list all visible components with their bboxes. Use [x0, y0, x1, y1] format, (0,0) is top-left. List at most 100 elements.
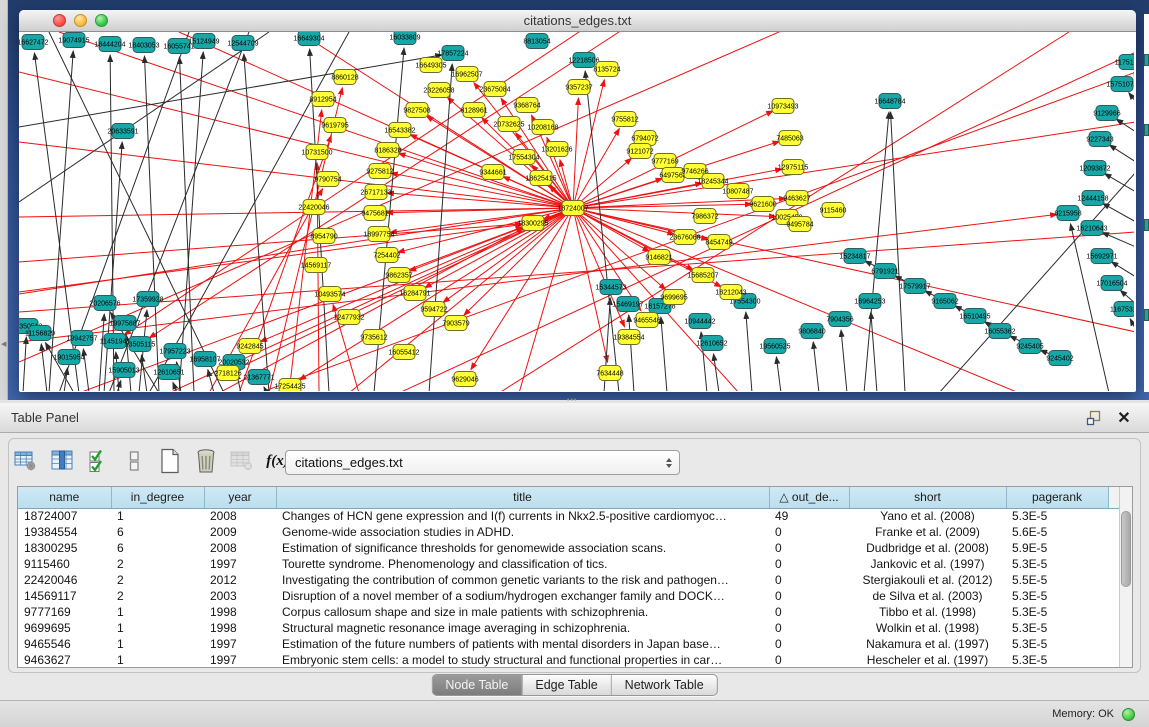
network-node[interactable]: 17254425 [274, 379, 305, 392]
column-visibility-icon[interactable] [48, 447, 75, 475]
delete-table-icon[interactable] [228, 447, 255, 475]
network-node[interactable]: 16284791 [399, 286, 430, 301]
network-node[interactable]: 9619795 [321, 118, 348, 133]
network-node[interactable]: 7634448 [596, 366, 623, 381]
network-node[interactable]: 16510495 [959, 309, 990, 324]
network-node[interactable]: 12093872 [1079, 161, 1110, 176]
network-node[interactable]: 19074915 [58, 33, 89, 48]
network-node[interactable]: 23676068 [669, 230, 700, 245]
stacked-squares-icon[interactable] [120, 447, 147, 475]
network-node[interactable]: 16964253 [854, 294, 885, 309]
network-node[interactable]: 20732625 [493, 117, 524, 132]
close-panel-icon[interactable]: ✕ [1113, 408, 1135, 428]
network-node[interactable]: 19015954 [53, 350, 84, 365]
network-node[interactable]: 19384554 [613, 330, 644, 345]
network-node[interactable]: 2718126 [214, 366, 241, 381]
column-header-out_degree[interactable]: △ out_de... [769, 487, 849, 508]
table-settings-icon[interactable] [12, 447, 39, 475]
table-row[interactable]: 1872400712008Changes of HCN gene express… [18, 508, 1119, 524]
network-node[interactable]: 9275812 [366, 164, 393, 179]
select-columns-icon[interactable] [84, 447, 111, 475]
table-scrollbar-thumb[interactable] [1121, 511, 1131, 587]
delete-column-icon[interactable] [192, 447, 219, 475]
network-node[interactable]: 18300295 [517, 216, 548, 231]
network-node[interactable]: 18724007 [557, 201, 588, 216]
network-node[interactable]: 9129966 [1093, 106, 1120, 121]
network-node[interactable]: 9777169 [651, 154, 678, 169]
column-header-name[interactable]: name [18, 487, 111, 508]
table-row[interactable]: 1938455462009Genome-wide association stu… [18, 524, 1119, 540]
network-node[interactable]: 10493574 [314, 287, 345, 302]
network-node[interactable]: 21367771 [243, 370, 274, 385]
network-node[interactable]: 17579917 [899, 279, 930, 294]
network-node[interactable]: 8954790 [310, 229, 337, 244]
network-node[interactable]: 15469197 [612, 297, 643, 312]
column-header-pagerank[interactable]: pagerank [1006, 487, 1108, 508]
network-node[interactable]: 15124949 [188, 34, 219, 49]
minimize-button[interactable] [74, 14, 87, 27]
network-node[interactable]: 9594722 [420, 302, 447, 317]
network-node[interactable]: 15685207 [687, 268, 718, 283]
new-column-icon[interactable] [156, 447, 183, 475]
network-view-window[interactable]: citations_edges.txt 16627472190749151844… [19, 10, 1136, 392]
network-node[interactable]: 9755812 [611, 112, 638, 127]
network-node[interactable]: 17957223 [159, 344, 190, 359]
network-node[interactable]: 9735612 [360, 330, 387, 345]
network-node[interactable]: 17016504 [1096, 276, 1127, 291]
network-node[interactable]: 15692971 [1086, 249, 1117, 264]
network-node[interactable]: 9242845 [236, 339, 263, 354]
network-node[interactable]: 12218506 [568, 53, 599, 68]
network-node[interactable]: 8813054 [523, 34, 550, 49]
network-node[interactable]: 10973493 [767, 99, 798, 114]
tab-node-table[interactable]: Node Table [432, 675, 522, 695]
network-node[interactable]: 14569117 [301, 258, 332, 273]
network-node[interactable]: 7485063 [776, 131, 803, 146]
column-header-year[interactable]: year [204, 487, 276, 508]
network-node[interactable]: 12610652 [696, 336, 727, 351]
tab-network-table[interactable]: Network Table [612, 675, 717, 695]
network-node[interactable]: 15905013 [108, 363, 139, 378]
table-row[interactable]: 1456911722003Disruption of a novel membe… [18, 588, 1119, 604]
network-node[interactable]: 9629046 [451, 372, 478, 387]
network-node[interactable]: 9621600 [749, 197, 776, 212]
network-node[interactable]: 17359928 [132, 292, 163, 307]
network-node[interactable]: 7254402 [373, 248, 400, 263]
network-node[interactable]: 9806840 [798, 324, 825, 339]
network-node[interactable]: 15234817 [839, 249, 870, 264]
network-node[interactable]: 9344661 [479, 165, 506, 180]
table-row[interactable]: 977716911998Corpus callosum shape and si… [18, 604, 1119, 620]
network-node[interactable]: 9245405 [1016, 339, 1043, 354]
network-node[interactable]: 20633591 [107, 124, 138, 139]
network-node[interactable]: 8912954 [309, 92, 336, 107]
network-node[interactable]: 6791921 [871, 264, 898, 279]
network-node[interactable]: 16649304 [293, 32, 324, 46]
network-node[interactable]: 18403053 [128, 38, 159, 53]
network-node[interactable]: 15344573 [595, 280, 626, 295]
float-panel-icon[interactable] [1083, 408, 1105, 428]
network-node[interactable]: 23226058 [423, 83, 454, 98]
network-node[interactable]: 16627472 [19, 35, 49, 50]
network-node[interactable]: 18444204 [94, 37, 125, 52]
network-node[interactable]: 7904356 [826, 312, 853, 327]
network-node[interactable]: 13505115 [125, 337, 156, 352]
column-header-in_degree[interactable]: in_degree [111, 487, 204, 508]
network-node[interactable]: 10944442 [684, 314, 715, 329]
network-node[interactable]: 9790754 [314, 172, 341, 187]
table-row[interactable]: 969969511998Structural magnetic resonanc… [18, 620, 1119, 636]
network-node[interactable]: 9699695 [660, 290, 687, 305]
network-node[interactable]: 16962507 [451, 67, 482, 82]
network-node[interactable]: 16649305 [415, 58, 446, 73]
network-node[interactable]: 9121072 [626, 144, 653, 159]
table-row[interactable]: 946362711997Embryonic stem cells: a mode… [18, 652, 1119, 668]
network-node[interactable]: 7986372 [691, 209, 718, 224]
network-node[interactable]: 18997754 [363, 227, 394, 242]
network-node[interactable]: 18245344 [697, 174, 728, 189]
network-node[interactable]: 19975887 [109, 316, 140, 331]
network-node[interactable]: 8186328 [374, 143, 401, 158]
network-node[interactable]: 22420046 [298, 200, 329, 215]
splitter-collapse-icon[interactable]: ◀ [1, 340, 6, 348]
network-node[interactable]: 8215958 [1054, 206, 1081, 221]
close-button[interactable] [53, 14, 66, 27]
network-node[interactable]: 12444158 [1077, 191, 1108, 206]
network-node[interactable]: 8128961 [460, 103, 487, 118]
